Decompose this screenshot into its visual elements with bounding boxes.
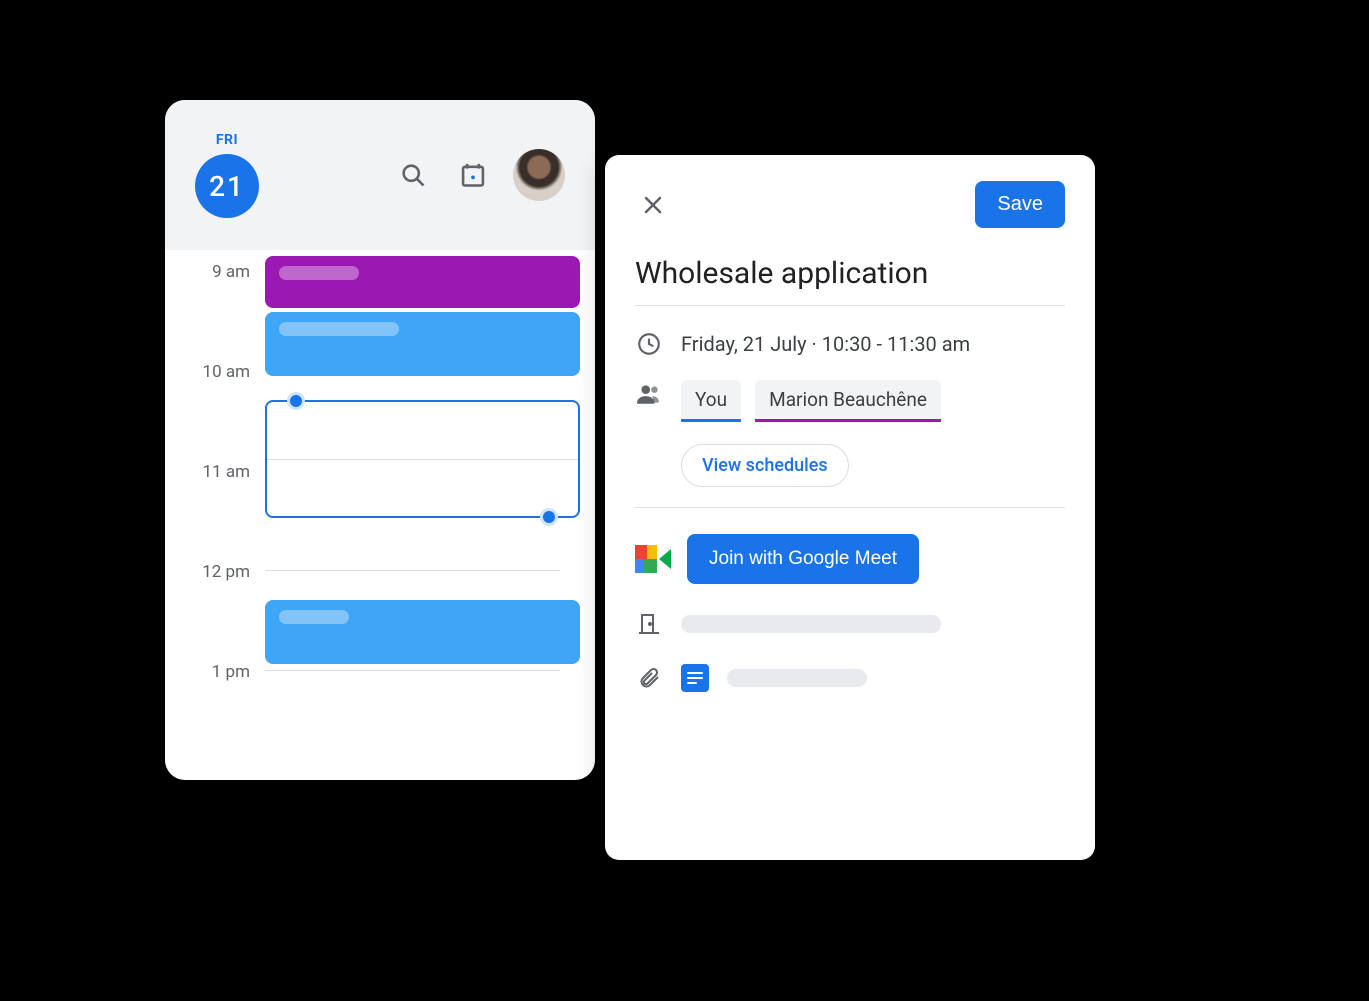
view-schedules-button[interactable]: View schedules xyxy=(681,444,849,487)
selection-handle-end[interactable] xyxy=(540,508,558,526)
calendar-event[interactable] xyxy=(265,600,580,664)
event-editor-panel: Save Wholesale application Friday, 21 Ju… xyxy=(605,155,1095,860)
attendee-chip-you[interactable]: You xyxy=(681,380,741,422)
hour-label: 9 am xyxy=(180,262,250,282)
calendar-event[interactable] xyxy=(265,256,580,308)
calendar-event[interactable] xyxy=(265,312,580,376)
selection-handle-start[interactable] xyxy=(287,392,305,410)
hour-gridline xyxy=(265,670,560,671)
google-meet-icon xyxy=(635,545,669,573)
hour-label: 10 am xyxy=(180,362,250,382)
google-meet-row: Join with Google Meet xyxy=(635,534,1065,584)
day-of-week-label: FRI xyxy=(216,132,238,148)
section-divider xyxy=(635,507,1065,508)
event-datetime-text: Friday, 21 July · 10:30 - 11:30 am xyxy=(681,332,970,356)
event-people-row: You Marion Beauchêne xyxy=(635,380,1065,422)
event-title-placeholder xyxy=(279,610,349,624)
join-google-meet-button[interactable]: Join with Google Meet xyxy=(687,534,919,584)
calendar-today-icon[interactable] xyxy=(453,155,493,195)
save-button[interactable]: Save xyxy=(975,181,1065,228)
calendar-timeline[interactable]: 9 am 10 am 11 am 12 pm 1 pm xyxy=(165,250,595,780)
event-title-placeholder xyxy=(279,322,399,336)
half-hour-gridline xyxy=(267,459,578,460)
calendar-day-view: FRI 21 9 am 10 am 11 am 12 pm xyxy=(165,100,595,780)
avatar[interactable] xyxy=(513,149,565,201)
event-title-input[interactable]: Wholesale application xyxy=(635,256,1065,306)
calendar-header: FRI 21 xyxy=(165,100,595,250)
new-event-selection[interactable] xyxy=(265,400,580,518)
date-number: 21 xyxy=(195,154,259,218)
attachment-placeholder xyxy=(727,669,867,687)
people-icon xyxy=(635,380,663,408)
location-row[interactable] xyxy=(635,610,1065,638)
room-icon xyxy=(635,610,663,638)
search-icon[interactable] xyxy=(393,155,433,195)
hour-label: 12 pm xyxy=(180,562,250,582)
close-icon[interactable] xyxy=(635,187,671,223)
event-datetime-row[interactable]: Friday, 21 July · 10:30 - 11:30 am xyxy=(635,330,1065,358)
hour-gridline xyxy=(265,570,560,571)
clock-icon xyxy=(635,330,663,358)
hour-label: 11 am xyxy=(180,462,250,482)
location-placeholder xyxy=(681,615,941,633)
attachment-row[interactable] xyxy=(635,664,1065,692)
paperclip-icon xyxy=(635,664,663,692)
event-title-placeholder xyxy=(279,266,359,280)
hour-label: 1 pm xyxy=(180,662,250,682)
docs-icon[interactable] xyxy=(681,664,709,692)
attendee-chip-guest[interactable]: Marion Beauchêne xyxy=(755,380,941,422)
current-date[interactable]: FRI 21 xyxy=(195,132,259,218)
